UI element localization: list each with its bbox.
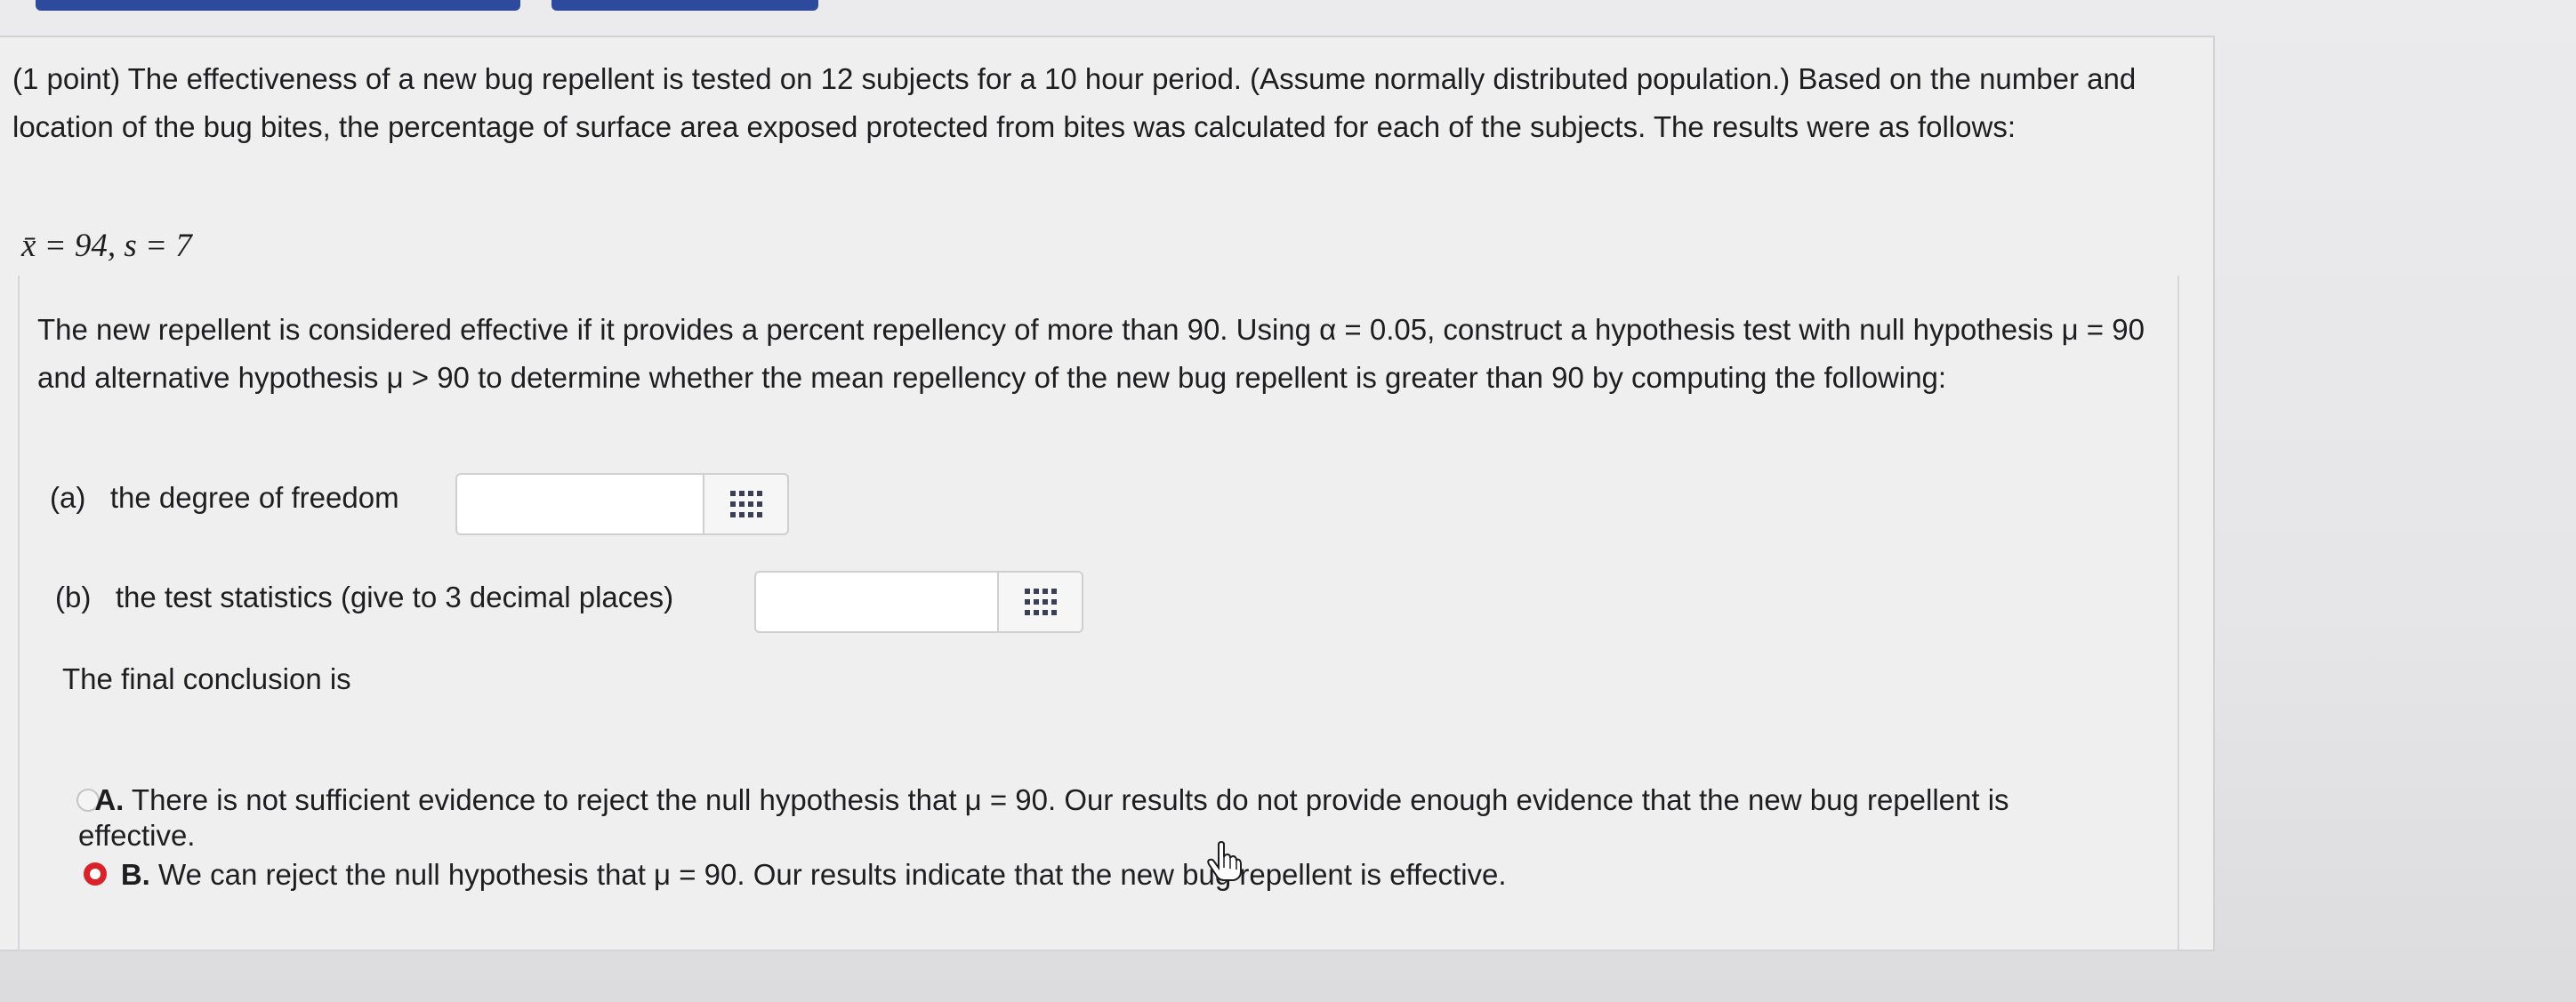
question-a: (a) the degree of freedom	[50, 480, 399, 516]
equation-editor-button[interactable]	[999, 571, 1083, 633]
question-a-text: the degree of freedom	[109, 481, 399, 514]
problem-description: The new repellent is considered effectiv…	[37, 313, 2145, 394]
page: (1 point) The effectiveness of a new bug…	[0, 0, 2576, 1002]
top-tab[interactable]	[36, 0, 520, 11]
conclusion-heading: The final conclusion is	[62, 662, 351, 695]
question-b-label: (b)	[55, 581, 92, 613]
problem-intro: (1 point) The effectiveness of a new bug…	[12, 62, 2137, 143]
hand-cursor-icon	[1206, 840, 1242, 886]
top-tab[interactable]	[551, 0, 818, 11]
option-a-letter: A.	[94, 783, 125, 816]
test-statistic-input[interactable]	[754, 571, 999, 633]
question-b-text: the test statistics (give to 3 decimal p…	[115, 581, 674, 613]
option-b[interactable]: B. We can reject the null hypothesis tha…	[80, 855, 1507, 894]
option-b-text: We can reject the null hypothesis that μ…	[158, 858, 1507, 891]
equation-editor-button[interactable]	[704, 473, 789, 535]
option-a-text: There is not sufficient evidence to reje…	[131, 783, 2009, 816]
option-b-letter: B.	[120, 858, 150, 891]
cut-off-note	[71, 982, 694, 1002]
grid-icon	[1024, 589, 1057, 615]
option-a-text-continued: effective.	[78, 819, 196, 852]
grid-icon	[729, 491, 762, 517]
degrees-of-freedom-input[interactable]	[455, 473, 704, 535]
question-b: (b) the test statistics (give to 3 decim…	[55, 580, 673, 615]
question-a-label: (a)	[50, 481, 86, 514]
option-a[interactable]: A. There is not sufficient evidence to r…	[78, 781, 2178, 820]
sample-statistics: x̄ = 94, s = 7	[21, 228, 192, 264]
